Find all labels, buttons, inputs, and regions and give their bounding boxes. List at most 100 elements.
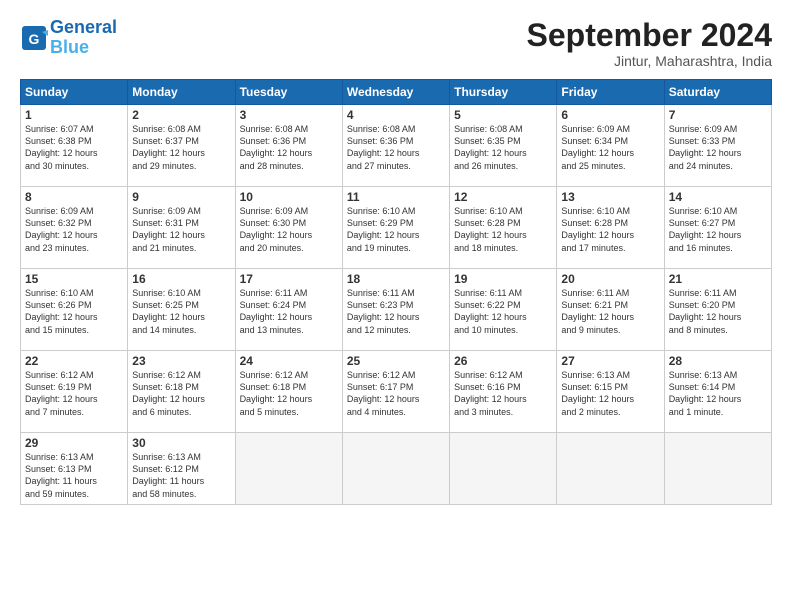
day-number: 15	[25, 272, 123, 286]
day-number: 11	[347, 190, 445, 204]
day-info: Sunrise: 6:11 AM Sunset: 6:20 PM Dayligh…	[669, 287, 767, 336]
day-cell: 12Sunrise: 6:10 AM Sunset: 6:28 PM Dayli…	[450, 187, 557, 269]
day-cell: 13Sunrise: 6:10 AM Sunset: 6:28 PM Dayli…	[557, 187, 664, 269]
day-number: 10	[240, 190, 338, 204]
day-info: Sunrise: 6:09 AM Sunset: 6:31 PM Dayligh…	[132, 205, 230, 254]
day-info: Sunrise: 6:12 AM Sunset: 6:18 PM Dayligh…	[240, 369, 338, 418]
day-number: 7	[669, 108, 767, 122]
day-info: Sunrise: 6:10 AM Sunset: 6:25 PM Dayligh…	[132, 287, 230, 336]
day-cell	[450, 433, 557, 505]
day-number: 12	[454, 190, 552, 204]
day-info: Sunrise: 6:13 AM Sunset: 6:15 PM Dayligh…	[561, 369, 659, 418]
header-row: SundayMondayTuesdayWednesdayThursdayFrid…	[21, 80, 772, 105]
day-cell: 9Sunrise: 6:09 AM Sunset: 6:31 PM Daylig…	[128, 187, 235, 269]
logo-line2: Blue	[50, 37, 89, 57]
week-row-5: 29Sunrise: 6:13 AM Sunset: 6:13 PM Dayli…	[21, 433, 772, 505]
day-number: 26	[454, 354, 552, 368]
day-cell: 17Sunrise: 6:11 AM Sunset: 6:24 PM Dayli…	[235, 269, 342, 351]
day-info: Sunrise: 6:09 AM Sunset: 6:32 PM Dayligh…	[25, 205, 123, 254]
day-info: Sunrise: 6:11 AM Sunset: 6:21 PM Dayligh…	[561, 287, 659, 336]
day-info: Sunrise: 6:12 AM Sunset: 6:19 PM Dayligh…	[25, 369, 123, 418]
day-number: 21	[669, 272, 767, 286]
day-number: 20	[561, 272, 659, 286]
day-cell: 22Sunrise: 6:12 AM Sunset: 6:19 PM Dayli…	[21, 351, 128, 433]
day-cell: 16Sunrise: 6:10 AM Sunset: 6:25 PM Dayli…	[128, 269, 235, 351]
day-info: Sunrise: 6:13 AM Sunset: 6:14 PM Dayligh…	[669, 369, 767, 418]
day-info: Sunrise: 6:08 AM Sunset: 6:37 PM Dayligh…	[132, 123, 230, 172]
day-number: 9	[132, 190, 230, 204]
day-info: Sunrise: 6:11 AM Sunset: 6:23 PM Dayligh…	[347, 287, 445, 336]
col-header-friday: Friday	[557, 80, 664, 105]
day-number: 8	[25, 190, 123, 204]
location: Jintur, Maharashtra, India	[527, 53, 772, 69]
day-number: 25	[347, 354, 445, 368]
day-number: 3	[240, 108, 338, 122]
month-title: September 2024	[527, 18, 772, 53]
day-info: Sunrise: 6:13 AM Sunset: 6:13 PM Dayligh…	[25, 451, 123, 500]
day-cell: 2Sunrise: 6:08 AM Sunset: 6:37 PM Daylig…	[128, 105, 235, 187]
day-cell: 28Sunrise: 6:13 AM Sunset: 6:14 PM Dayli…	[664, 351, 771, 433]
day-cell: 29Sunrise: 6:13 AM Sunset: 6:13 PM Dayli…	[21, 433, 128, 505]
col-header-sunday: Sunday	[21, 80, 128, 105]
logo-icon: G	[20, 24, 48, 52]
page: G General Blue September 2024 Jintur, Ma…	[0, 0, 792, 612]
day-number: 22	[25, 354, 123, 368]
day-info: Sunrise: 6:10 AM Sunset: 6:26 PM Dayligh…	[25, 287, 123, 336]
day-cell: 21Sunrise: 6:11 AM Sunset: 6:20 PM Dayli…	[664, 269, 771, 351]
day-cell: 24Sunrise: 6:12 AM Sunset: 6:18 PM Dayli…	[235, 351, 342, 433]
day-number: 19	[454, 272, 552, 286]
day-number: 18	[347, 272, 445, 286]
day-number: 23	[132, 354, 230, 368]
day-info: Sunrise: 6:09 AM Sunset: 6:33 PM Dayligh…	[669, 123, 767, 172]
day-info: Sunrise: 6:11 AM Sunset: 6:24 PM Dayligh…	[240, 287, 338, 336]
day-info: Sunrise: 6:10 AM Sunset: 6:27 PM Dayligh…	[669, 205, 767, 254]
week-row-3: 15Sunrise: 6:10 AM Sunset: 6:26 PM Dayli…	[21, 269, 772, 351]
day-info: Sunrise: 6:12 AM Sunset: 6:17 PM Dayligh…	[347, 369, 445, 418]
day-cell: 19Sunrise: 6:11 AM Sunset: 6:22 PM Dayli…	[450, 269, 557, 351]
col-header-wednesday: Wednesday	[342, 80, 449, 105]
day-cell: 7Sunrise: 6:09 AM Sunset: 6:33 PM Daylig…	[664, 105, 771, 187]
day-number: 13	[561, 190, 659, 204]
day-cell: 25Sunrise: 6:12 AM Sunset: 6:17 PM Dayli…	[342, 351, 449, 433]
col-header-monday: Monday	[128, 80, 235, 105]
day-cell: 8Sunrise: 6:09 AM Sunset: 6:32 PM Daylig…	[21, 187, 128, 269]
title-section: September 2024 Jintur, Maharashtra, Indi…	[527, 18, 772, 69]
day-info: Sunrise: 6:08 AM Sunset: 6:35 PM Dayligh…	[454, 123, 552, 172]
day-info: Sunrise: 6:09 AM Sunset: 6:30 PM Dayligh…	[240, 205, 338, 254]
logo: G General Blue	[20, 18, 117, 58]
day-number: 16	[132, 272, 230, 286]
col-header-tuesday: Tuesday	[235, 80, 342, 105]
day-info: Sunrise: 6:10 AM Sunset: 6:28 PM Dayligh…	[561, 205, 659, 254]
day-number: 29	[25, 436, 123, 450]
day-number: 14	[669, 190, 767, 204]
day-cell: 18Sunrise: 6:11 AM Sunset: 6:23 PM Dayli…	[342, 269, 449, 351]
day-cell: 30Sunrise: 6:13 AM Sunset: 6:12 PM Dayli…	[128, 433, 235, 505]
svg-text:G: G	[29, 31, 40, 47]
logo-line1: General	[50, 17, 117, 37]
header: G General Blue September 2024 Jintur, Ma…	[20, 18, 772, 69]
day-cell	[235, 433, 342, 505]
day-cell: 23Sunrise: 6:12 AM Sunset: 6:18 PM Dayli…	[128, 351, 235, 433]
day-info: Sunrise: 6:12 AM Sunset: 6:18 PM Dayligh…	[132, 369, 230, 418]
day-cell: 1Sunrise: 6:07 AM Sunset: 6:38 PM Daylig…	[21, 105, 128, 187]
col-header-saturday: Saturday	[664, 80, 771, 105]
day-cell	[342, 433, 449, 505]
col-header-thursday: Thursday	[450, 80, 557, 105]
day-number: 24	[240, 354, 338, 368]
day-cell	[557, 433, 664, 505]
week-row-4: 22Sunrise: 6:12 AM Sunset: 6:19 PM Dayli…	[21, 351, 772, 433]
day-info: Sunrise: 6:10 AM Sunset: 6:29 PM Dayligh…	[347, 205, 445, 254]
calendar: SundayMondayTuesdayWednesdayThursdayFrid…	[20, 79, 772, 505]
day-cell: 3Sunrise: 6:08 AM Sunset: 6:36 PM Daylig…	[235, 105, 342, 187]
day-cell: 14Sunrise: 6:10 AM Sunset: 6:27 PM Dayli…	[664, 187, 771, 269]
day-info: Sunrise: 6:12 AM Sunset: 6:16 PM Dayligh…	[454, 369, 552, 418]
day-info: Sunrise: 6:08 AM Sunset: 6:36 PM Dayligh…	[240, 123, 338, 172]
day-number: 27	[561, 354, 659, 368]
day-info: Sunrise: 6:07 AM Sunset: 6:38 PM Dayligh…	[25, 123, 123, 172]
day-cell: 20Sunrise: 6:11 AM Sunset: 6:21 PM Dayli…	[557, 269, 664, 351]
day-number: 28	[669, 354, 767, 368]
day-number: 30	[132, 436, 230, 450]
week-row-1: 1Sunrise: 6:07 AM Sunset: 6:38 PM Daylig…	[21, 105, 772, 187]
day-info: Sunrise: 6:08 AM Sunset: 6:36 PM Dayligh…	[347, 123, 445, 172]
day-number: 5	[454, 108, 552, 122]
